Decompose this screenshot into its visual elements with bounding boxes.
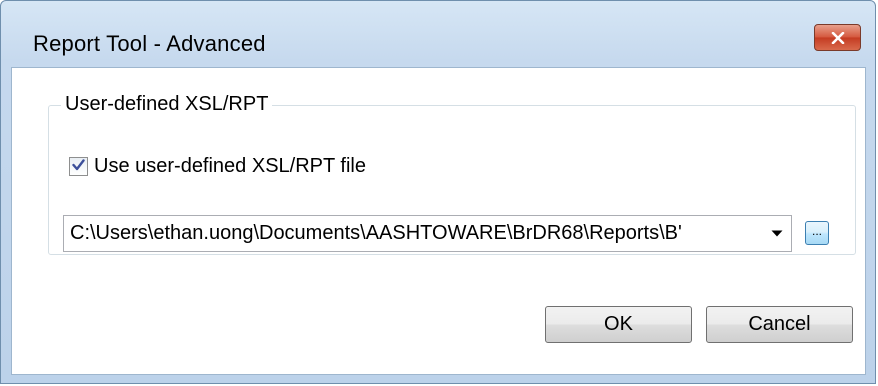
cancel-button[interactable]: Cancel <box>706 306 853 343</box>
user-defined-xsl-groupbox: User-defined XSL/RPT Use user-defined XS… <box>48 93 856 255</box>
file-path-combobox[interactable]: C:\Users\ethan.uong\Documents\AASHTOWARE… <box>63 215 792 252</box>
title-bar[interactable]: Report Tool - Advanced <box>1 1 875 57</box>
checkbox-label: Use user-defined XSL/RPT file <box>94 155 366 177</box>
dialog-window: Report Tool - Advanced User-defined XSL/… <box>0 0 876 384</box>
ok-button[interactable]: OK <box>545 306 692 343</box>
dialog-client-area: User-defined XSL/RPT Use user-defined XS… <box>11 67 866 375</box>
file-path-value: C:\Users\ethan.uong\Documents\AASHTOWARE… <box>70 222 682 244</box>
close-icon <box>831 31 845 44</box>
use-user-defined-file-option[interactable]: Use user-defined XSL/RPT file <box>69 155 366 178</box>
groupbox-legend: User-defined XSL/RPT <box>61 93 273 116</box>
window-title: Report Tool - Advanced <box>33 31 266 56</box>
use-user-defined-file-checkbox[interactable] <box>69 157 88 176</box>
checkmark-icon <box>72 158 85 176</box>
dropdown-arrow-icon[interactable] <box>763 216 791 251</box>
close-button[interactable] <box>814 24 861 51</box>
browse-button[interactable]: ... <box>805 221 829 245</box>
